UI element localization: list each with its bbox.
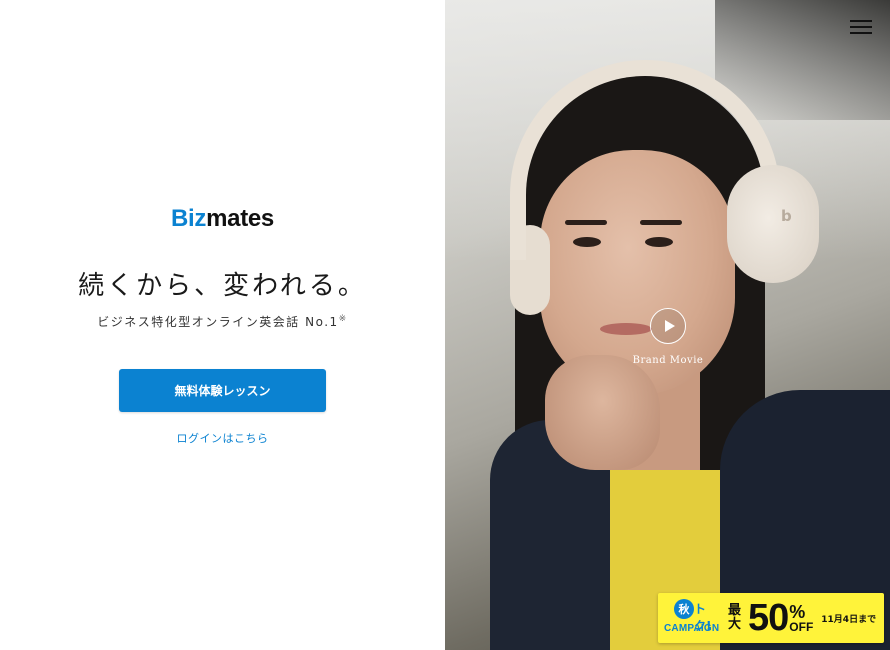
hero-photo: b Brand Movie [445,0,890,650]
login-link[interactable]: ログインはこちら [0,430,445,446]
campaign-percent: 50 [748,596,789,639]
campaign-deadline: 11月4日まで [821,614,877,625]
beats-logo-icon: b [781,207,792,225]
logo-suffix: mates [206,205,274,232]
campaign-off: % OFF [789,603,813,633]
logo-prefix: Biz [171,205,207,232]
campaign-percent-sign: % [789,602,806,622]
hero-tagline: 続くから、変われる。 [78,271,367,301]
campaign-badge-word: CAMPAIGN [664,623,720,634]
campaign-max-char: 最 [728,603,742,618]
campaign-badge: 秋 トク! CAMPAIGN [664,597,722,639]
campaign-badge-kanji: 秋 [674,599,694,619]
campaign-max-label: 最大 [728,604,746,632]
headphone-earcup-right [727,165,819,283]
free-trial-button[interactable]: 無料体験レッスン [119,369,326,412]
brand-movie-label[interactable]: Brand Movie [615,355,721,366]
hero-left-panel: Bizmates 続くから、変われる。 ビジネス特化型オンライン英会話 No.1… [0,0,445,650]
subtagline-text: ビジネス特化型オンライン英会話 No.1 [97,315,339,329]
brand-movie-play-button[interactable] [650,308,686,344]
bizmates-logo[interactable]: Bizmates [0,205,445,233]
hero-subtagline: ビジネス特化型オンライン英会話 No.1※ [0,313,445,330]
photo-hand [545,355,660,470]
subtagline-note-mark: ※ [338,314,348,324]
play-icon [664,320,675,332]
hamburger-menu-icon[interactable] [850,20,872,34]
menu-line [850,26,872,28]
campaign-off-label: OFF [789,620,814,634]
menu-line [850,20,872,22]
menu-line [850,32,872,34]
campaign-max-char: 大 [728,617,742,632]
campaign-banner[interactable]: 秋 トク! CAMPAIGN 最大 50 % OFF 11月4日まで [658,593,884,643]
photo-lips [600,323,652,335]
